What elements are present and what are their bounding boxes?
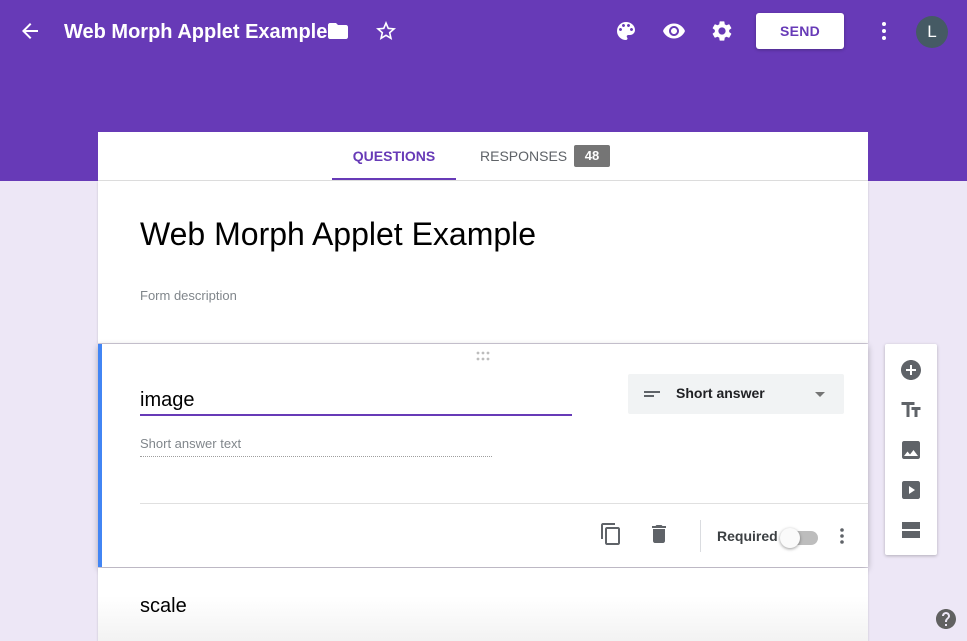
- add-image-icon[interactable]: [899, 438, 923, 462]
- question-title-input[interactable]: image: [140, 384, 572, 416]
- gear-icon[interactable]: [710, 19, 734, 43]
- drag-handle-icon[interactable]: [475, 351, 491, 361]
- required-toggle-thumb: [780, 528, 800, 548]
- form-header-card: Web Morph Applet Example Form descriptio…: [98, 181, 868, 343]
- question-title-text: image: [140, 389, 195, 411]
- more-vert-icon[interactable]: [830, 524, 854, 548]
- dropdown-caret-icon: [810, 384, 830, 404]
- palette-icon[interactable]: [614, 19, 638, 43]
- required-toggle[interactable]: [780, 526, 820, 548]
- star-outline-icon[interactable]: [374, 19, 398, 43]
- tab-questions-label: QUESTIONS: [352, 148, 436, 164]
- help-icon[interactable]: [934, 607, 958, 631]
- folder-icon[interactable]: [326, 19, 350, 43]
- more-vert-icon[interactable]: [872, 19, 896, 43]
- question-type-label: Short answer: [676, 385, 765, 401]
- question-card: image Short answer Short answer text Req…: [98, 344, 868, 567]
- card-divider: [140, 503, 868, 504]
- add-video-icon[interactable]: [899, 478, 923, 502]
- add-section-icon[interactable]: [899, 518, 923, 542]
- short-answer-placeholder: Short answer text: [140, 436, 492, 457]
- app-title: Web Morph Applet Example: [64, 21, 328, 43]
- add-title-icon[interactable]: [899, 398, 923, 422]
- short-answer-lines-icon: [642, 384, 662, 404]
- form-tabs: QUESTIONS RESPONSES 48: [98, 132, 868, 181]
- question-type-select[interactable]: Short answer: [628, 374, 844, 414]
- footer-separator: [700, 520, 701, 552]
- form-description-field[interactable]: Form description: [140, 288, 237, 303]
- send-button[interactable]: SEND: [756, 13, 844, 49]
- next-question-title: scale: [140, 595, 187, 617]
- form-title[interactable]: Web Morph Applet Example: [140, 214, 536, 254]
- tab-responses-label: RESPONSES: [480, 148, 568, 164]
- tab-responses[interactable]: RESPONSES: [480, 132, 567, 180]
- side-toolbar: [885, 344, 937, 555]
- avatar[interactable]: L: [916, 16, 948, 48]
- tab-questions[interactable]: QUESTIONS: [332, 132, 456, 180]
- active-question-indicator: [98, 344, 102, 567]
- responses-count-badge[interactable]: 48: [574, 145, 610, 167]
- next-question-card[interactable]: scale: [98, 568, 868, 641]
- add-question-icon[interactable]: [899, 358, 923, 382]
- required-label: Required: [717, 528, 778, 544]
- active-tab-indicator: [332, 178, 456, 180]
- card-fade: [98, 596, 868, 641]
- trash-icon[interactable]: [647, 522, 671, 546]
- eye-icon[interactable]: [662, 19, 686, 43]
- copy-icon[interactable]: [599, 522, 623, 546]
- arrow-back-icon[interactable]: [18, 19, 42, 43]
